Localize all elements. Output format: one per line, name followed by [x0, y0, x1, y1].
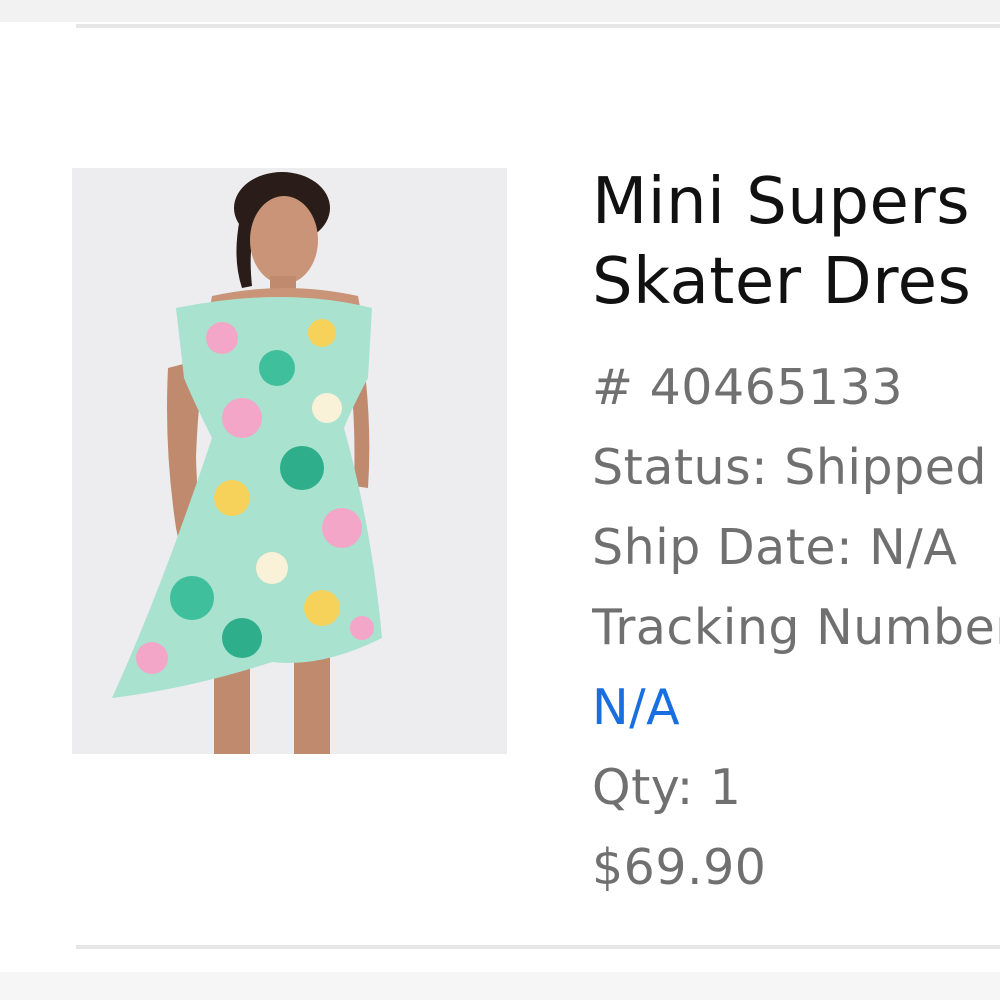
order-item-page: Mini Supers Skater Dres # 40465133 Statu… [0, 0, 1000, 1000]
product-number: # 40465133 [592, 359, 904, 416]
product-image[interactable] [72, 168, 507, 754]
product-details: Mini Supers Skater Dres # 40465133 Statu… [592, 162, 1000, 908]
bottom-divider [76, 945, 1000, 949]
shipping-status: Status: Shipped [592, 439, 987, 496]
quantity: Qty: 1 [592, 759, 742, 816]
top-divider [76, 24, 1000, 28]
product-title-line1: Mini Supers [592, 165, 971, 239]
ship-date: Ship Date: N/A [592, 519, 958, 576]
price: $69.90 [592, 839, 767, 896]
tracking-number-label: Tracking Number: [592, 599, 1000, 656]
product-title-line2: Skater Dres [592, 245, 972, 319]
bottom-strip [0, 972, 1000, 1000]
product-title[interactable]: Mini Supers Skater Dres [592, 162, 1000, 322]
dress-photo-illustration [72, 168, 507, 754]
top-strip [0, 0, 1000, 22]
tracking-number-link[interactable]: N/A [592, 668, 1000, 748]
